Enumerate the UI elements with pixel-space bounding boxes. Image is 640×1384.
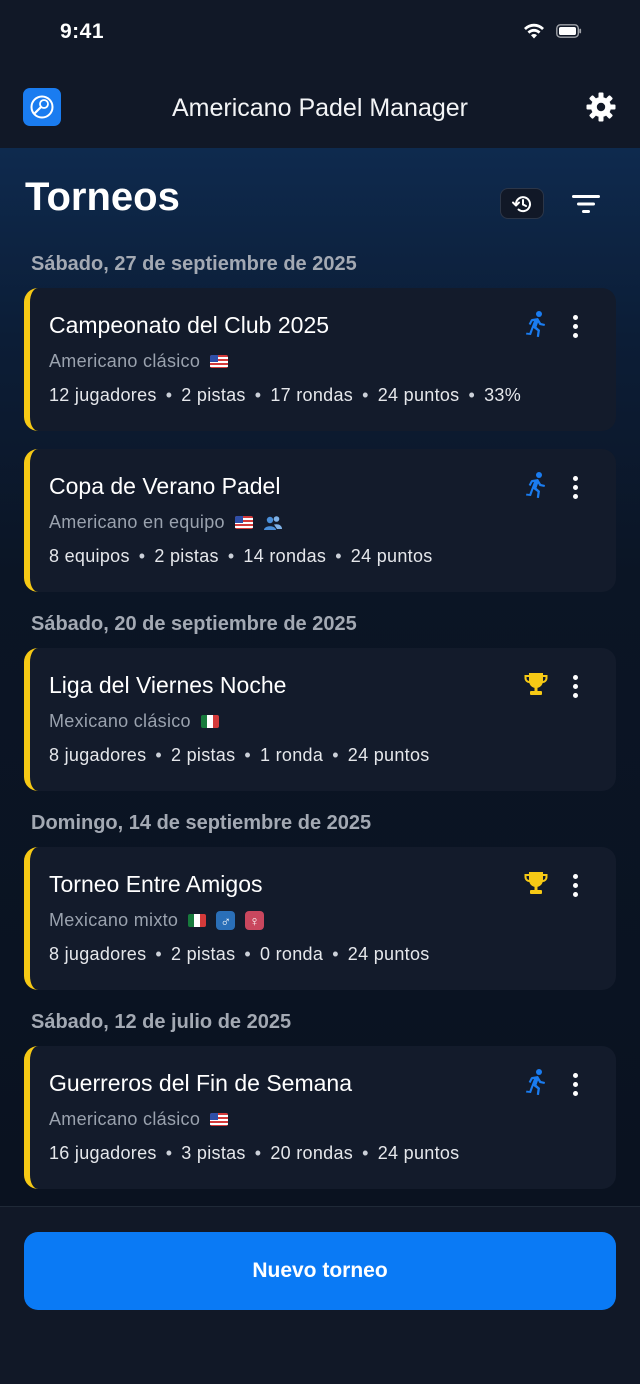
bottom-bar: Nuevo torneo [0, 1206, 640, 1384]
tournament-meta: 8 jugadores • 2 pistas • 1 ronda • 24 puntos [49, 745, 430, 765]
meta-courts: 2 pistas [170, 944, 236, 964]
new-tournament-button[interactable]: Nuevo torneo [24, 1232, 616, 1310]
runner-icon [522, 1068, 550, 1096]
status-icons [522, 22, 582, 40]
meta-rounds: 1 ronda [260, 745, 324, 765]
tournament-meta: 12 jugadores • 2 pistas • 17 rondas • 24 punto… [49, 385, 522, 405]
us-flag-icon [234, 516, 253, 529]
meta-points: 24 puntos [377, 385, 460, 405]
tournament-format: Americano clásico [49, 351, 229, 372]
filter-button[interactable] [566, 186, 606, 222]
meta-players: 12 jugadores [49, 385, 157, 405]
tournament-name: Copa de Verano Padel [49, 473, 281, 499]
meta-courts: 2 pistas [154, 546, 219, 566]
team-icon [263, 515, 282, 530]
gear-icon [586, 92, 616, 122]
meta-rounds: 0 ronda [260, 944, 324, 964]
history-icon [512, 195, 531, 212]
tournament-card[interactable]: Liga del Viernes Noche Mexicano clásico … [24, 648, 616, 791]
more-options-button[interactable] [564, 672, 586, 700]
meta-points: 24 puntos [350, 546, 433, 566]
trophy-icon [522, 670, 550, 698]
meta-rounds: 20 rondas [270, 1143, 354, 1163]
female-icon: ♀ [245, 911, 265, 930]
app-header: Americano Padel Manager [0, 66, 640, 148]
male-icon: ♂ [216, 911, 236, 930]
more-options-button[interactable] [564, 1070, 586, 1098]
tournament-card[interactable]: Copa de Verano Padel Americano en equipo… [24, 449, 616, 592]
history-button[interactable] [500, 188, 544, 219]
status-bar: 9:41 [0, 0, 640, 66]
tournament-name: Torneo Entre Amigos [49, 871, 263, 897]
page-title: Torneos [25, 175, 180, 219]
settings-button[interactable] [584, 90, 618, 124]
mexico-flag-icon [188, 914, 207, 927]
trophy-icon [522, 869, 550, 897]
tournament-card[interactable]: Campeonato del Club 2025 Americano clási… [24, 288, 616, 431]
us-flag-icon [210, 355, 229, 368]
meta-courts: 2 pistas [170, 745, 236, 765]
mexico-flag-icon [200, 715, 219, 728]
date-header: Domingo, 14 de septiembre de 2025 [31, 812, 372, 834]
status-time: 9:41 [60, 20, 105, 43]
format-label: Americano clásico [49, 351, 201, 371]
tournament-name: Campeonato del Club 2025 [49, 312, 330, 338]
more-options-button[interactable] [564, 473, 586, 501]
tournament-name: Liga del Viernes Noche [49, 672, 287, 698]
tournament-card[interactable]: Torneo Entre Amigos Mexicano mixto ♂ ♀ 8… [24, 847, 616, 990]
app-title: Americano Padel Manager [172, 94, 468, 122]
tournament-format: Mexicano clásico [49, 711, 219, 732]
format-label: Mexicano clásico [49, 711, 191, 731]
format-label: Americano en equipo [49, 512, 225, 532]
format-label: Mexicano mixto [49, 910, 179, 930]
date-header: Sábado, 12 de julio de 2025 [31, 1011, 292, 1033]
tournament-format: Mexicano mixto ♂ ♀ [49, 910, 265, 931]
tournament-meta: 8 jugadores • 2 pistas • 0 ronda • 24 puntos [49, 944, 430, 964]
tournament-card[interactable]: Guerreros del Fin de Semana Americano cl… [24, 1046, 616, 1189]
date-header: Sábado, 20 de septiembre de 2025 [31, 613, 357, 635]
tournament-format: Americano clásico [49, 1109, 229, 1130]
meta-points: 24 puntos [347, 944, 430, 964]
us-flag-icon [210, 1113, 229, 1126]
tournament-name: Guerreros del Fin de Semana [49, 1070, 352, 1096]
more-options-button[interactable] [564, 871, 586, 899]
filter-icon [572, 195, 600, 213]
meta-rounds: 14 rondas [243, 546, 327, 566]
battery-icon [556, 24, 582, 38]
meta-players: 16 jugadores [49, 1143, 157, 1163]
meta-points: 24 puntos [377, 1143, 460, 1163]
meta-players: 8 jugadores [49, 944, 147, 964]
meta-teams: 8 equipos [49, 546, 130, 566]
meta-courts: 2 pistas [181, 385, 246, 405]
meta-players: 8 jugadores [49, 745, 147, 765]
meta-points: 24 puntos [347, 745, 430, 765]
meta-rounds: 17 rondas [270, 385, 354, 405]
wifi-icon [524, 23, 544, 39]
tournament-format: Americano en equipo [49, 512, 283, 533]
meta-progress: 33% [484, 385, 522, 405]
more-options-button[interactable] [564, 312, 586, 340]
meta-courts: 3 pistas [181, 1143, 246, 1163]
format-label: Americano clásico [49, 1109, 201, 1129]
date-header: Sábado, 27 de septiembre de 2025 [31, 253, 357, 275]
runner-icon [522, 310, 550, 338]
runner-icon [522, 471, 550, 499]
tournament-meta: 8 equipos • 2 pistas • 14 rondas • 24 puntos [49, 546, 433, 566]
tournament-meta: 16 jugadores • 3 pistas • 20 rondas • 24 punto… [49, 1143, 460, 1163]
